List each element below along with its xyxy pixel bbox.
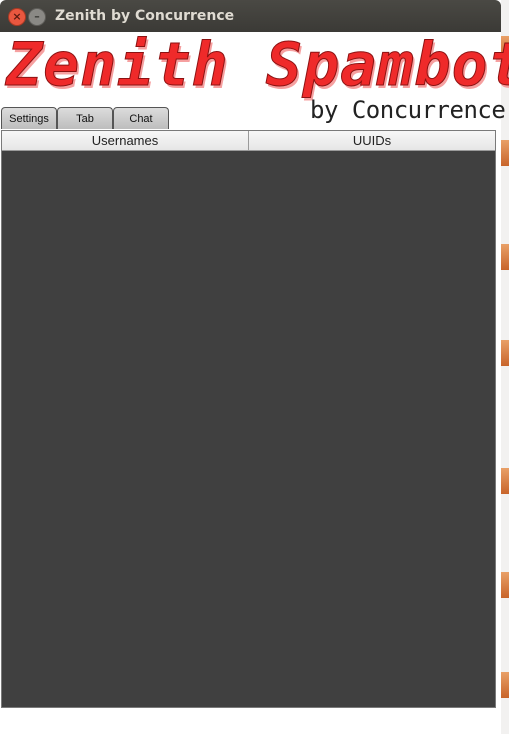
background-tile [501, 140, 509, 166]
title-bar[interactable]: × – Zenith by Concurrence [0, 0, 501, 32]
close-icon[interactable]: × [8, 8, 26, 26]
app-window: × – Zenith by Concurrence Zenith Spambot… [0, 0, 509, 734]
banner-title: Zenith Spambot [6, 30, 509, 101]
accounts-table: Usernames UUIDs [1, 130, 496, 708]
table-body[interactable] [2, 151, 495, 707]
background-tile [501, 340, 509, 366]
window-title: Zenith by Concurrence [55, 8, 235, 24]
background-tile [501, 468, 509, 494]
background-tile [501, 572, 509, 598]
tab-settings[interactable]: Settings [1, 107, 57, 129]
banner-subtitle: by Concurrence [310, 96, 506, 124]
column-header-uuids[interactable]: UUIDs [249, 131, 495, 150]
table-header: Usernames UUIDs [2, 131, 495, 151]
tab-tab[interactable]: Tab [57, 107, 113, 129]
background-tile [501, 672, 509, 698]
background-tile [501, 244, 509, 270]
column-header-usernames[interactable]: Usernames [2, 131, 249, 150]
minimize-icon[interactable]: – [28, 8, 46, 26]
tab-chat[interactable]: Chat [113, 107, 169, 129]
